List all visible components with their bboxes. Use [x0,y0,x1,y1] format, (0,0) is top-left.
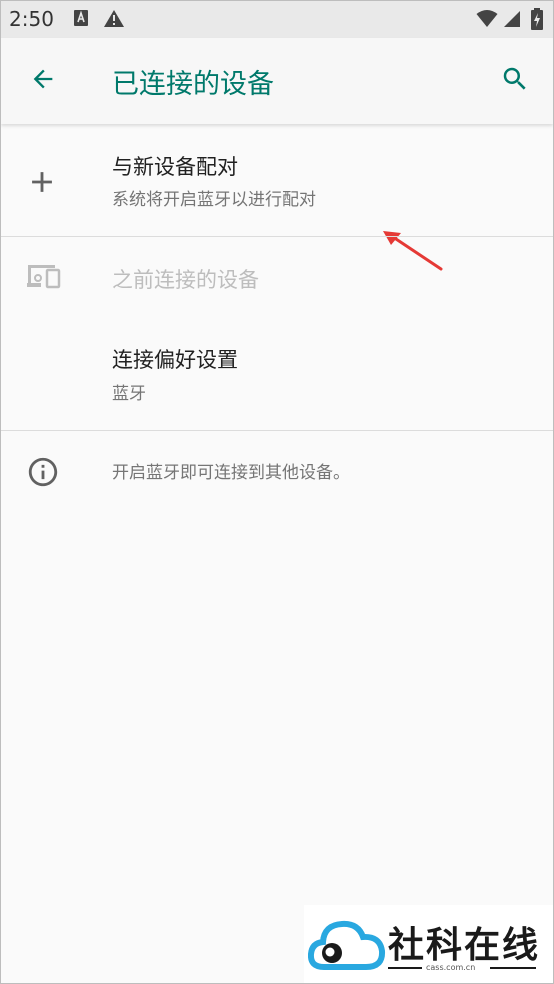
plus-icon [25,165,59,203]
info-text: 开启蓝牙即可连接到其他设备。 [112,463,350,483]
search-icon [500,64,530,98]
status-time: 2:50 [9,7,54,31]
connection-preferences-title: 连接偏好设置 [112,348,238,372]
back-button[interactable] [23,61,63,101]
info-footer: 开启蓝牙即可连接到其他设备。 [1,431,553,515]
screen: 2:50 已连接的设备 与新设备配对 系统将开启蓝牙以进行配对 之前连接的设备 … [0,0,554,984]
battery-icon [531,8,543,34]
status-bar: 2:50 [1,1,553,38]
info-icon [26,455,60,493]
pair-new-device-subtitle: 系统将开启蓝牙以进行配对 [112,190,316,210]
arrow-back-icon [29,65,57,97]
wifi-icon [476,10,498,32]
watermark-brand: 社科在线 [388,924,541,966]
pair-new-device-item[interactable]: 与新设备配对 系统将开启蓝牙以进行配对 [1,125,553,236]
watermark-line [388,967,422,969]
search-button[interactable] [495,61,535,101]
page-title: 已连接的设备 [112,69,274,100]
watermark-line [490,967,536,969]
connection-preferences-item[interactable]: 连接偏好设置 蓝牙 [1,317,553,430]
previously-connected-devices-item[interactable]: 之前连接的设备 [1,237,553,317]
app-bar: 已连接的设备 [1,38,553,124]
cloud-logo-icon [307,917,386,979]
signal-icon [503,10,521,32]
connection-preferences-subtitle: 蓝牙 [112,384,146,404]
pair-new-device-title: 与新设备配对 [112,155,238,179]
previously-connected-devices-title: 之前连接的设备 [112,268,259,292]
watermark: 社科在线 cass.com.cn [304,905,553,983]
warning-icon [103,9,125,32]
devices-icon [25,261,61,295]
a-box-icon [73,9,89,31]
watermark-domain: cass.com.cn [426,963,476,972]
